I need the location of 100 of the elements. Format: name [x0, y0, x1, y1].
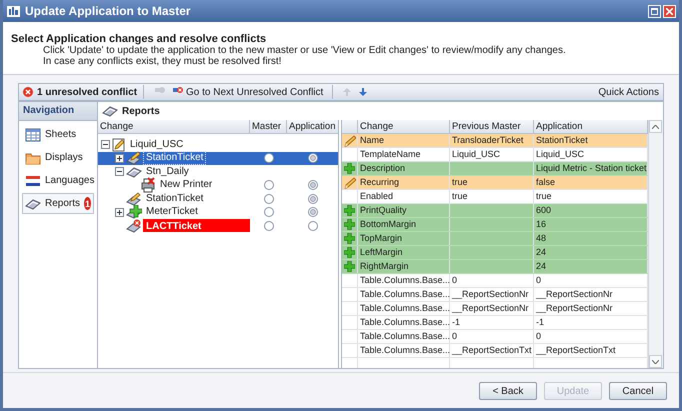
application-radio[interactable] [308, 207, 318, 218]
plus-icon [344, 219, 355, 230]
application-radio[interactable] [308, 153, 318, 164]
tree-item[interactable]: LACTTicket [143, 219, 250, 232]
navigation-item[interactable]: Reports 1 [22, 193, 94, 214]
tree-item[interactable]: MeterTicket [143, 205, 201, 220]
table-cell: Table.Columns.Base... [358, 330, 450, 343]
expand-button[interactable] [115, 208, 124, 217]
table-cell: Table.Columns.Base... [358, 288, 450, 301]
navigation-header: Navigation [19, 102, 97, 121]
down-arrow-icon [358, 87, 368, 97]
collapse-button[interactable] [101, 140, 110, 150]
plus-icon [116, 210, 122, 215]
column-header: Change [98, 120, 250, 133]
table-cell: Liquid_USC [450, 148, 534, 161]
table-cell: Table.Columns.Base... [358, 302, 450, 315]
window-title: Update Application to Master [25, 4, 192, 18]
pencil-icon [344, 176, 356, 188]
report-error-icon [126, 218, 142, 233]
column-header: Application [288, 120, 336, 133]
report-icon [102, 104, 118, 118]
report-plus-icon [126, 205, 142, 220]
master-radio[interactable] [264, 194, 274, 204]
pencil-icon [344, 134, 356, 146]
panel-title: Reports [122, 106, 160, 116]
table-cell: true [450, 190, 534, 203]
table-cell: Table.Columns.Base... [358, 274, 450, 287]
application-radio[interactable] [308, 194, 318, 204]
maximize-button[interactable] [648, 4, 661, 18]
plus-icon [344, 233, 355, 244]
next-conflict-button[interactable]: Go to Next Unresolved Conflict [168, 84, 326, 100]
instruction-text: In case any conflicts exist, they must be resolved first! [43, 56, 282, 67]
navigation-item[interactable]: Displays [22, 147, 94, 168]
table-cell: TransloaderTicket [450, 134, 534, 147]
navigation-item[interactable]: Sheets [22, 124, 94, 145]
master-radio[interactable] [264, 220, 274, 231]
count-badge: 1 [84, 197, 91, 210]
table-cell: -1 [450, 316, 534, 329]
table-cell: Table.Columns.Base... [358, 344, 450, 357]
table-cell: PrintQuality [358, 204, 450, 217]
navigation-item[interactable]: Languages [22, 170, 94, 191]
table-cell: 0 [450, 330, 534, 343]
up-arrow-icon [342, 87, 352, 97]
close-icon [666, 8, 673, 14]
table-cell: Recurring [358, 176, 450, 189]
quick-actions-menu[interactable]: Quick Actions [598, 86, 659, 98]
master-radio[interactable] [264, 207, 274, 218]
table-cell: TopMargin [358, 232, 450, 245]
master-radio[interactable] [264, 180, 274, 190]
table-cell: __ReportSectionNr [450, 288, 534, 301]
column-header: Change [358, 120, 450, 133]
instruction-text: Click 'Update' to update the application to the new master or use 'View or Edit changes' to review/modify any changes. [43, 45, 567, 56]
error-icon [23, 87, 33, 97]
tree-item[interactable]: Stn_Daily [143, 164, 192, 179]
tree-item[interactable]: StationTicket [143, 151, 206, 166]
report-icon [25, 196, 41, 210]
table-cell: Table.Columns.Base... [358, 316, 450, 329]
minus-icon [116, 169, 122, 174]
table-cell: LeftMargin [358, 246, 450, 259]
application-radio[interactable] [308, 180, 318, 190]
app-icon [7, 4, 20, 18]
plus-icon [116, 156, 122, 161]
table-cell: Description [358, 162, 450, 175]
plus-icon [344, 247, 355, 258]
folder-icon [25, 150, 41, 164]
tree-item[interactable]: Liquid_USC [127, 138, 186, 152]
table-cell: __ReportSectionTxt [450, 344, 534, 357]
expand-button[interactable] [115, 154, 124, 163]
table-cell: BottomMargin [358, 218, 450, 231]
table-cell: RightMargin [358, 260, 450, 273]
table-cell: Enabled [358, 190, 450, 203]
table-cell: Name [358, 134, 450, 147]
table-cell: true [450, 176, 534, 189]
plus-icon [344, 205, 355, 216]
report-pencil-icon [126, 192, 142, 206]
flag-icon [25, 174, 41, 186]
report-pencil-icon [126, 151, 142, 166]
page-heading: Select Application changes and resolve conflicts [11, 33, 268, 45]
master-radio[interactable] [264, 153, 274, 164]
close-button[interactable] [663, 4, 676, 18]
maximize-icon [651, 8, 658, 14]
column-header: Previous Master [450, 120, 534, 133]
tree-item[interactable]: StationTicket [143, 192, 206, 206]
column-header: Master [250, 120, 287, 133]
report-icon [126, 164, 142, 179]
minus-icon [102, 142, 108, 148]
application-radio[interactable] [308, 220, 318, 231]
table-cell: 0 [450, 274, 534, 287]
scrollbar[interactable] [648, 120, 663, 368]
tree-item[interactable]: New Printer [157, 178, 216, 192]
printer-cross-icon [140, 177, 156, 194]
document-pencil-icon [112, 138, 126, 152]
table-icon [25, 128, 41, 142]
table-cell: TemplateName [358, 148, 450, 161]
plus-icon [344, 163, 355, 174]
dialog-button[interactable]: Cancel [609, 382, 667, 400]
collapse-button[interactable] [115, 167, 124, 176]
plus-icon [344, 261, 355, 272]
table-cell: __ReportSectionNr [450, 302, 534, 315]
dialog-button[interactable]: < Back [479, 382, 537, 400]
